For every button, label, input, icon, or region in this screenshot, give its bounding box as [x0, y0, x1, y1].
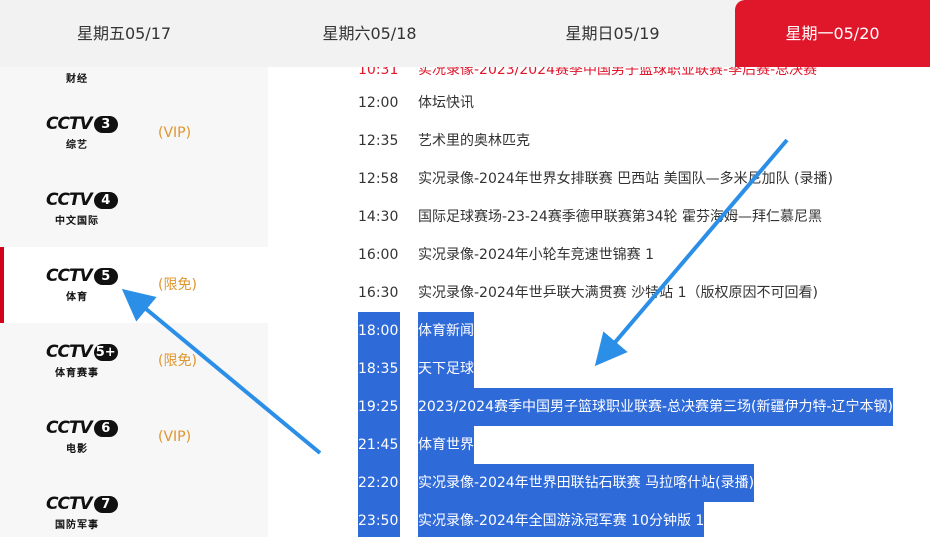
program-title: 实况录像-2024年世乒联大满贯赛 沙特站 1（版权原因不可回看): [418, 285, 818, 301]
program-time: 12:35: [358, 133, 399, 149]
channel-item-cctv3[interactable]: CCTV 3 综艺 (VIP): [0, 95, 268, 171]
cctv3-logo: CCTV 3 综艺: [46, 114, 118, 154]
cctv6-logo: CCTV 6 电影: [46, 418, 118, 458]
program-title: 实况录像-2024年世界女排联赛 巴西站 美国队—多米尼加队 (录播): [418, 171, 833, 187]
program-time: 19:25: [358, 388, 400, 426]
program-title: 实况录像-2023/2024赛季中国男子篮球职业联赛-季后赛-总决赛: [418, 67, 818, 76]
active-indicator: [0, 247, 4, 323]
tab-date-0518[interactable]: 星期六05/18: [248, 0, 491, 67]
channel-tag: (VIP): [158, 125, 192, 141]
channel-item-cctv5-active[interactable]: CCTV 5 体育 (限免): [0, 247, 268, 323]
program-title: 实况录像-2024年全国游泳冠军赛 10分钟版 1: [418, 502, 705, 537]
program-title: 体坛快讯: [418, 95, 474, 111]
program-time: 21:45: [358, 426, 400, 464]
program-time: 14:30: [358, 209, 399, 225]
date-tab-bar: 星期五05/17 星期六05/18 星期日05/19 星期一05/20: [0, 0, 930, 67]
program-title: 2023/2024赛季中国男子篮球职业联赛-总决赛第三场(新疆伊力特-辽宁本钢): [418, 388, 894, 426]
live-program-row[interactable]: 10:31 实况录像-2023/2024赛季中国男子篮球职业联赛-季后赛-总决赛: [268, 67, 930, 76]
channel-tag: (限免): [158, 277, 197, 293]
program-time: 22:20: [358, 464, 400, 502]
channel-tag: (VIP): [158, 429, 192, 445]
program-time: 12:58: [358, 171, 399, 187]
cctv5-logo: CCTV 5 体育: [46, 266, 118, 306]
channel-item-cctv5plus[interactable]: CCTV 5+ 体育赛事 (限免): [0, 323, 268, 399]
tab-date-0520-active[interactable]: 星期一05/20: [735, 0, 930, 67]
program-time: 23:50: [358, 502, 400, 537]
program-title: 天下足球: [418, 350, 474, 388]
program-title: 艺术里的奥林匹克: [418, 133, 530, 149]
program-title: 实况录像-2024年小轮车竞速世锦赛 1: [418, 247, 655, 263]
channel-list: CCTV2 财经 CCTV3 综艺 (VIP) CCTV4 中文国际 CCTV5…: [0, 67, 268, 537]
program-time: 18:35: [358, 350, 400, 388]
program-time: 18:00: [358, 312, 400, 350]
channel-tag: (限免): [158, 353, 197, 369]
program-title: 体育新闻: [418, 312, 474, 350]
program-time: 16:30: [358, 285, 399, 301]
program-time: 10:31: [358, 67, 399, 76]
channel-item-cctv6[interactable]: CCTV 6 电影 (VIP): [0, 399, 268, 475]
cctv7-logo: CCTV 7 国防军事: [46, 494, 118, 534]
channel-item-cctv7[interactable]: CCTV 7 国防军事: [0, 475, 268, 537]
cctv4-logo: CCTV 4 中文国际: [46, 190, 118, 230]
tab-date-0517[interactable]: 星期五05/17: [0, 0, 248, 67]
program-time: 12:00: [358, 95, 399, 111]
program-time: 16:00: [358, 247, 399, 263]
tab-date-0519[interactable]: 星期日05/19: [491, 0, 734, 67]
program-title: 体育世界: [418, 426, 474, 464]
channel-item-cctv4[interactable]: CCTV 4 中文国际: [0, 171, 268, 247]
program-title: 国际足球赛场-23-24赛季德甲联赛第34轮 霍芬海姆—拜仁慕尼黑: [418, 209, 822, 225]
cctv2-logo: CCTV2 财经: [46, 67, 116, 88]
program-schedule: 12:00 体坛快讯 12:35 艺术里的奥林匹克 12:58 实况录像-202…: [268, 67, 930, 537]
cctv5plus-logo: CCTV 5+ 体育赛事: [46, 342, 118, 382]
program-title: 实况录像-2024年世界田联钻石联赛 马拉喀什站(录播): [418, 464, 755, 502]
